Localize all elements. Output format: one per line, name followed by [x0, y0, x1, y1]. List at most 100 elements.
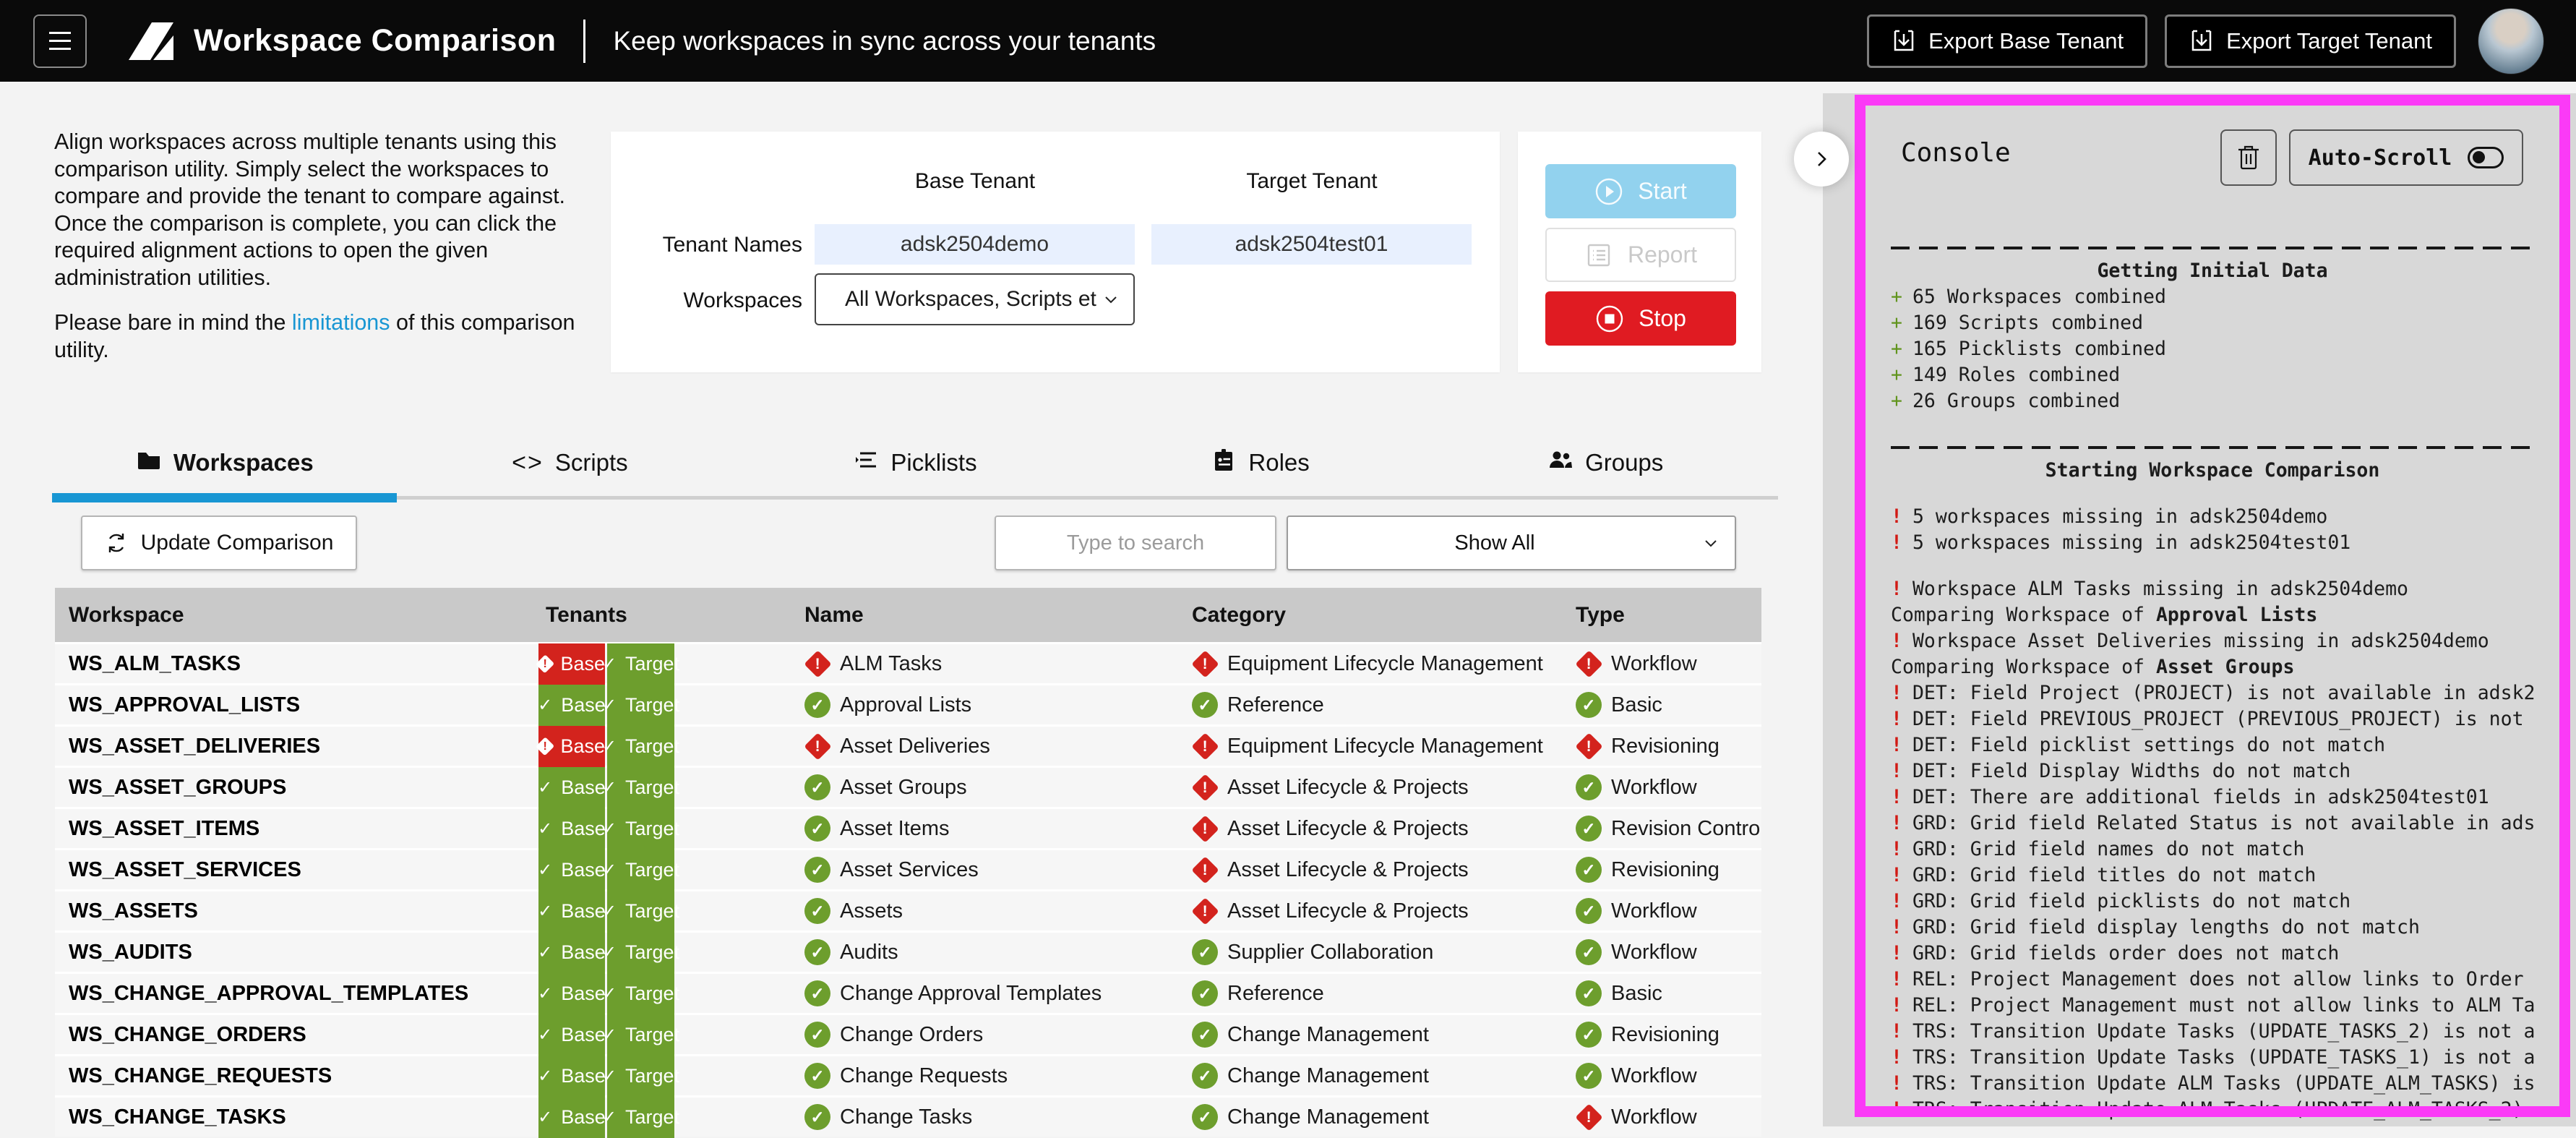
name-text: Change Orders — [840, 1023, 983, 1047]
trash-icon — [2236, 144, 2261, 171]
warning-icon: ! — [1891, 505, 1902, 528]
clear-console-button[interactable] — [2220, 129, 2277, 186]
auto-scroll-button[interactable]: Auto-Scroll — [2289, 129, 2523, 186]
workspace-cell: WS_ASSET_SERVICES — [69, 850, 301, 889]
category-text: Change Management — [1227, 1064, 1429, 1088]
auto-scroll-toggle-icon[interactable] — [2468, 147, 2504, 168]
base-tenant-badge[interactable]: !Base — [538, 643, 605, 685]
category-cell: ✓Change Management — [1192, 1056, 1429, 1095]
base-tenant-badge[interactable]: ✓Base — [538, 1014, 605, 1056]
table-row[interactable]: WS_CHANGE_TASKS✓Base✓Target✓Change Tasks… — [55, 1098, 1761, 1137]
check-icon: ✓ — [602, 860, 617, 881]
target-tenant-badge[interactable]: ✓Target — [607, 891, 674, 932]
folder-icon — [136, 447, 162, 479]
type-text: Revisioning — [1611, 1023, 1720, 1047]
check-icon: ✓ — [538, 818, 552, 839]
workspace-cell: WS_AUDITS — [69, 933, 192, 972]
check-icon: ✓ — [538, 942, 552, 963]
table-row[interactable]: WS_APPROVAL_LISTS✓Base✓Target✓Approval L… — [55, 685, 1761, 724]
table-row[interactable]: WS_ASSET_DELIVERIES!Base✓Target!Asset De… — [55, 727, 1761, 766]
update-comparison-button[interactable]: Update Comparison — [81, 515, 357, 570]
table-row[interactable]: WS_ASSET_SERVICES✓Base✓Target✓Asset Serv… — [55, 850, 1761, 889]
base-tenant-badge[interactable]: ✓Base — [538, 1097, 605, 1138]
name-ok-icon: ✓ — [804, 1063, 830, 1089]
tab-label: Workspaces — [173, 449, 314, 476]
tab-scripts[interactable]: <>Scripts — [398, 432, 743, 493]
base-tenant-input[interactable] — [815, 224, 1135, 265]
name-cell: ✓Approval Lists — [804, 685, 971, 724]
warning-icon: ! — [1891, 838, 1902, 860]
workspace-cell: WS_ASSET_GROUPS — [69, 768, 286, 807]
log-line: Comparing Workspace of Asset Groups — [1891, 654, 2534, 680]
export-target-tenant-button[interactable]: Export Target Tenant — [2165, 14, 2456, 68]
log-line: !Workspace ALM Tasks missing in adsk2504… — [1891, 576, 2534, 602]
collapse-console-button[interactable] — [1794, 132, 1849, 187]
autodesk-logo-icon — [129, 22, 175, 60]
tab-label: Scripts — [555, 449, 628, 476]
target-tenant-badge[interactable]: ✓Target — [607, 643, 674, 685]
target-tenant-input[interactable] — [1151, 224, 1472, 265]
menu-icon[interactable] — [33, 14, 87, 68]
base-tenant-badge[interactable]: ✓Base — [538, 767, 605, 808]
name-cell: !ALM Tasks — [804, 644, 942, 683]
base-tenant-badge[interactable]: ✓Base — [538, 1056, 605, 1097]
limitations-link[interactable]: limitations — [292, 310, 390, 335]
table-row[interactable]: WS_ASSETS✓Base✓Target✓Assets!Asset Lifec… — [55, 891, 1761, 930]
tab-workspaces[interactable]: Workspaces — [52, 432, 398, 493]
start-button[interactable]: Start — [1545, 164, 1736, 218]
target-tenant-badge[interactable]: ✓Target — [607, 1056, 674, 1097]
workspaces-select[interactable]: All Workspaces, Scripts et — [815, 273, 1135, 325]
report-button[interactable]: Report — [1545, 228, 1736, 282]
tab-groups[interactable]: Groups — [1433, 432, 1778, 493]
log-spacer — [1891, 556, 2534, 576]
target-tenant-badge[interactable]: ✓Target — [607, 685, 674, 726]
warning-icon: ! — [1891, 531, 1902, 554]
section-tabs: Workspaces <>ScriptsPicklistsRolesGroups — [52, 432, 1778, 502]
base-tenant-badge[interactable]: ✓Base — [538, 932, 605, 973]
log-line: !DET: Field Display Widths do not match — [1891, 758, 2534, 784]
base-tenant-badge[interactable]: ✓Base — [538, 850, 605, 891]
badge-label: Target — [625, 859, 679, 881]
table-row[interactable]: WS_ALM_TASKS!Base✓Target!ALM Tasks!Equip… — [55, 644, 1761, 683]
stop-icon — [1595, 304, 1624, 333]
type-ok-icon: ✓ — [1576, 898, 1602, 924]
table-row[interactable]: WS_AUDITS✓Base✓Target✓Audits✓Supplier Co… — [55, 933, 1761, 972]
column-header-name: Name — [804, 588, 864, 642]
workspace-cell: WS_CHANGE_TASKS — [69, 1098, 286, 1137]
page-subtitle: Keep workspaces in sync across your tena… — [613, 26, 1156, 56]
log-spacer — [1891, 414, 2534, 435]
target-tenant-badge[interactable]: ✓Target — [607, 973, 674, 1014]
badge-label: Target — [625, 735, 679, 758]
category-error-icon: ! — [1192, 651, 1218, 677]
check-icon: ✓ — [602, 777, 617, 798]
tab-picklists[interactable]: Picklists — [742, 432, 1088, 493]
tab-roles[interactable]: Roles — [1088, 432, 1433, 493]
target-tenant-badge[interactable]: ✓Target — [607, 726, 674, 767]
table-row[interactable]: WS_CHANGE_REQUESTS✓Base✓Target✓Change Re… — [55, 1056, 1761, 1095]
console-title: Console — [1901, 138, 2011, 168]
target-tenant-badge[interactable]: ✓Target — [607, 767, 674, 808]
target-tenant-badge[interactable]: ✓Target — [607, 808, 674, 850]
stop-button[interactable]: Stop — [1545, 291, 1736, 346]
search-input[interactable] — [995, 515, 1276, 570]
check-icon: ✓ — [602, 901, 617, 922]
base-tenant-badge[interactable]: ✓Base — [538, 891, 605, 932]
badge-label: Target — [625, 1065, 679, 1087]
user-avatar[interactable] — [2478, 8, 2544, 74]
target-tenant-badge[interactable]: ✓Target — [607, 850, 674, 891]
target-tenant-badge[interactable]: ✓Target — [607, 1014, 674, 1056]
base-tenant-badge[interactable]: ✓Base — [538, 685, 605, 726]
table-row[interactable]: WS_CHANGE_APPROVAL_TEMPLATES✓Base✓Target… — [55, 974, 1761, 1013]
target-tenant-badge[interactable]: ✓Target — [607, 932, 674, 973]
table-row[interactable]: WS_ASSET_GROUPS✓Base✓Target✓Asset Groups… — [55, 768, 1761, 807]
target-tenant-badge[interactable]: ✓Target — [607, 1097, 674, 1138]
table-row[interactable]: WS_ASSET_ITEMS✓Base✓Target✓Asset Items!A… — [55, 809, 1761, 848]
base-tenant-badge[interactable]: ✓Base — [538, 808, 605, 850]
show-filter-select[interactable]: Show All — [1287, 515, 1736, 570]
log-line: +169 Scripts combined — [1891, 310, 2534, 336]
base-tenant-badge[interactable]: ✓Base — [538, 973, 605, 1014]
base-tenant-badge[interactable]: !Base — [538, 726, 605, 767]
log-line: !DET: Field Project (PROJECT) is not ava… — [1891, 680, 2534, 706]
export-base-tenant-button[interactable]: Export Base Tenant — [1867, 14, 2147, 68]
table-row[interactable]: WS_CHANGE_ORDERS✓Base✓Target✓Change Orde… — [55, 1015, 1761, 1054]
